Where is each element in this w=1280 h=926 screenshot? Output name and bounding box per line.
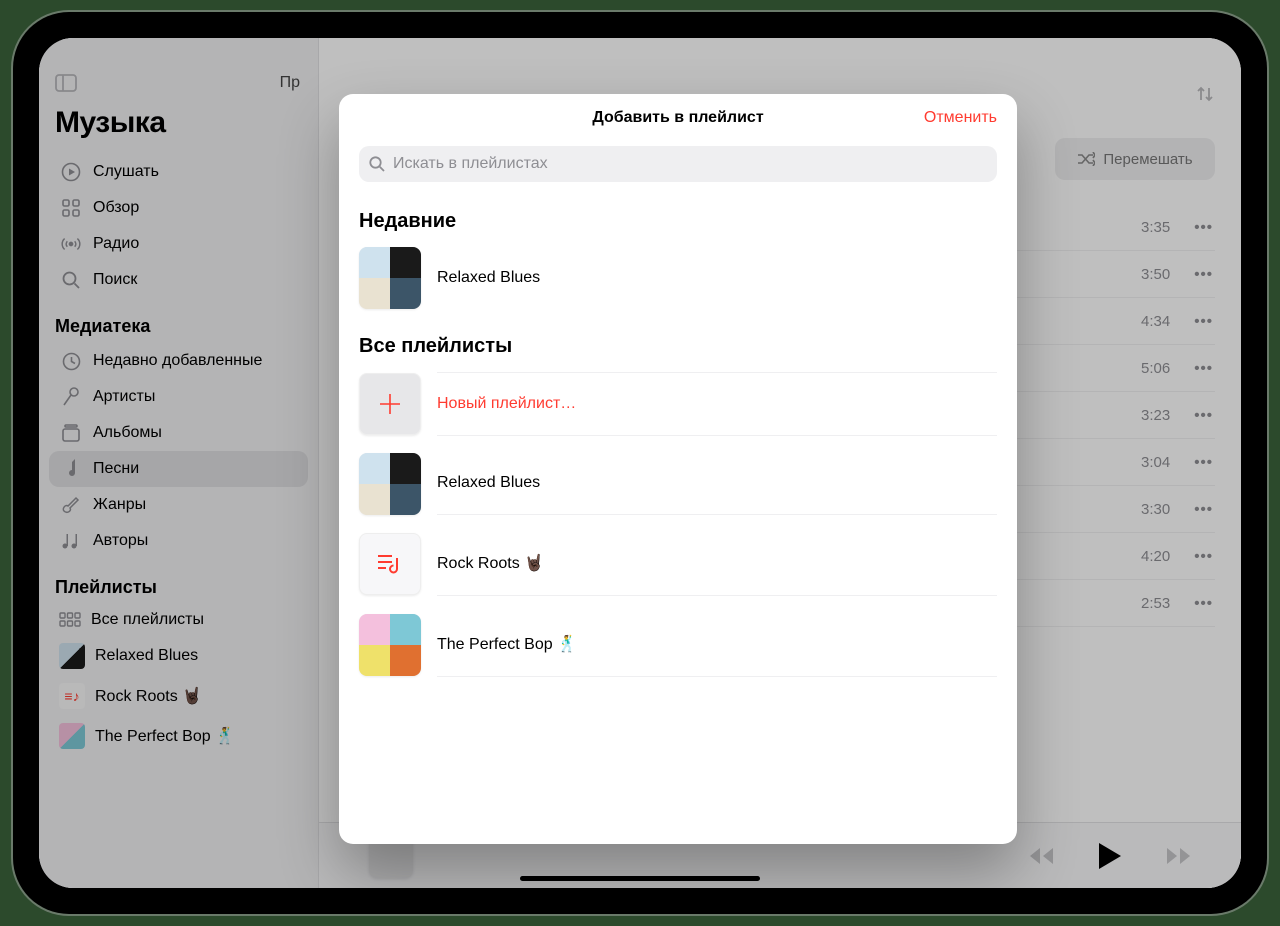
playlist-label: Relaxed Blues (437, 452, 997, 515)
playlist-label: Relaxed Blues (437, 247, 997, 309)
all-header: Все плейлисты (339, 317, 1017, 364)
plus-icon (359, 373, 421, 435)
home-indicator[interactable] (520, 876, 760, 881)
search-input[interactable] (393, 155, 987, 173)
recent-header: Недавние (339, 192, 1017, 239)
screen: Пр Музыка Слушать Обзор Радио Поиск (39, 38, 1241, 888)
recent-playlist-relaxed[interactable]: Relaxed Blues (339, 239, 1017, 317)
playlist-art (359, 453, 421, 515)
playlist-art (359, 614, 421, 676)
playlist-search[interactable] (359, 146, 997, 182)
playlist-label: The Perfect Bop 🕺 (437, 612, 997, 677)
ipad-frame: Пр Музыка Слушать Обзор Радио Поиск (13, 12, 1267, 914)
playlist-rock[interactable]: Rock Roots 🤘🏿 (339, 523, 1017, 604)
playlist-label: Rock Roots 🤘🏿 (437, 531, 997, 596)
add-to-playlist-modal: Добавить в плейлист Отменить Недавние Re… (339, 94, 1017, 844)
playlist-label: Новый плейлист… (437, 372, 997, 436)
playlist-bop[interactable]: The Perfect Bop 🕺 (339, 604, 1017, 685)
playlist-art (359, 533, 421, 595)
playlist-art (359, 247, 421, 309)
new-playlist-button[interactable]: Новый плейлист… (339, 364, 1017, 444)
playlist-relaxed[interactable]: Relaxed Blues (339, 444, 1017, 523)
search-icon (369, 156, 385, 172)
modal-title: Добавить в плейлист (592, 109, 763, 127)
cancel-button[interactable]: Отменить (924, 109, 997, 127)
